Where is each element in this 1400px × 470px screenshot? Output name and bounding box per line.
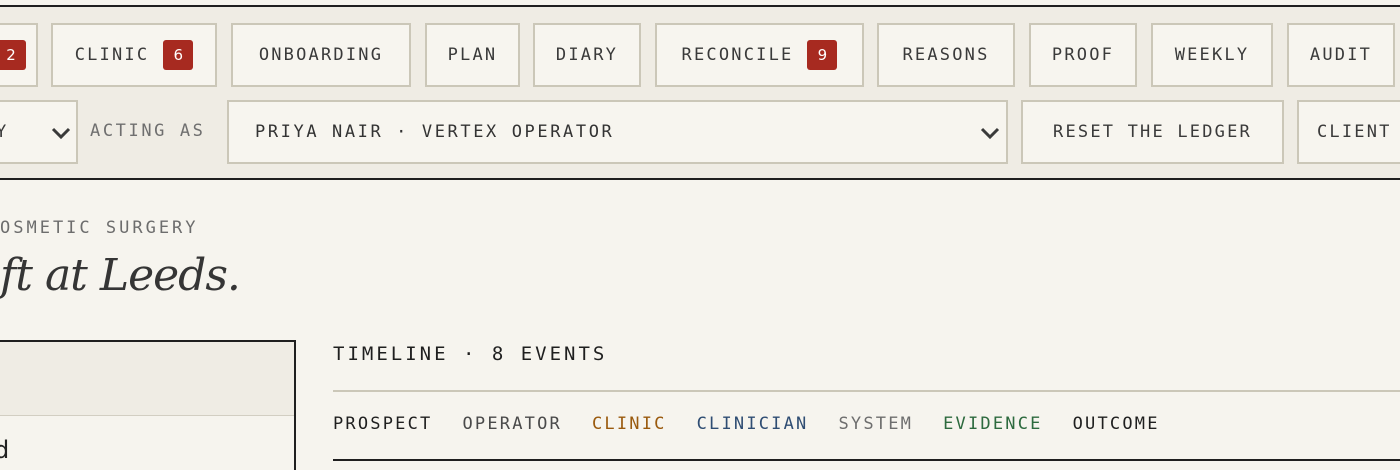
view-select-value: Y [0, 122, 9, 142]
timeline-filter-bar: PROSPECT OPERATOR CLINIC CLINICIAN SYSTE… [333, 414, 1190, 438]
tab-plan[interactable]: PLAN [425, 23, 520, 87]
persona-select-value: PRIYA NAIR · VERTEX OPERATOR [255, 122, 615, 142]
tab-audit[interactable]: AUDIT [1287, 23, 1395, 87]
panel-item[interactable]: d [0, 436, 9, 464]
filter-operator[interactable]: OPERATOR [462, 414, 561, 438]
tab-partial[interactable]: 2 [0, 23, 38, 87]
tab-reasons[interactable]: REASONS [877, 23, 1015, 87]
divider [333, 390, 1400, 392]
tab-weekly[interactable]: WEEKLY [1151, 23, 1273, 87]
tab-label: PROOF [1051, 45, 1115, 65]
chevron-down-icon [51, 127, 71, 140]
page-title: ft at Leeds. [0, 250, 241, 301]
filter-outcome[interactable]: OUTCOME [1073, 414, 1160, 438]
side-panel: d [0, 340, 296, 470]
acting-as-label: ACTING AS [90, 121, 206, 141]
tab-label: WEEKLY [1174, 45, 1250, 65]
tab-reconcile[interactable]: RECONCILE 9 [655, 23, 864, 87]
tab-label: PLAN [447, 45, 498, 65]
tab-badge: 9 [807, 40, 838, 70]
divider [333, 459, 1400, 461]
page: 2 CLINIC 6 ONBOARDING PLAN DIARY RECONCI… [0, 0, 1400, 470]
tab-label: AUDIT [1309, 45, 1373, 65]
tab-label: REASONS [902, 45, 990, 65]
panel-body [0, 416, 294, 470]
tab-label: DIARY [555, 45, 619, 65]
client-button[interactable]: CLIENT [1297, 100, 1400, 164]
page-eyebrow: OSMETIC SURGERY [0, 218, 199, 238]
tab-onboarding[interactable]: ONBOARDING [231, 23, 411, 87]
tab-label: CLINIC [74, 45, 150, 65]
timeline-heading: TIMELINE · 8 EVENTS [333, 343, 608, 365]
tab-badge: 2 [0, 40, 26, 70]
view-select[interactable]: Y [0, 100, 78, 164]
filter-prospect[interactable]: PROSPECT [333, 414, 432, 438]
tab-proof[interactable]: PROOF [1029, 23, 1137, 87]
persona-select[interactable]: PRIYA NAIR · VERTEX OPERATOR [227, 100, 1008, 164]
top-toolbar: 2 CLINIC 6 ONBOARDING PLAN DIARY RECONCI… [0, 5, 1400, 180]
reset-ledger-button[interactable]: RESET THE LEDGER [1021, 100, 1284, 164]
reset-ledger-label: RESET THE LEDGER [1053, 122, 1252, 142]
tab-label: RECONCILE [681, 45, 794, 65]
tab-label: ONBOARDING [258, 45, 384, 65]
tab-clinic[interactable]: CLINIC 6 [51, 23, 217, 87]
filter-evidence[interactable]: EVIDENCE [943, 414, 1042, 438]
chevron-down-icon [980, 127, 1000, 140]
filter-clinic[interactable]: CLINIC [592, 414, 667, 438]
tab-diary[interactable]: DIARY [533, 23, 641, 87]
filter-clinician[interactable]: CLINICIAN [697, 414, 809, 438]
tab-badge: 6 [163, 40, 194, 70]
filter-system[interactable]: SYSTEM [839, 414, 914, 438]
client-button-label: CLIENT [1317, 122, 1392, 142]
